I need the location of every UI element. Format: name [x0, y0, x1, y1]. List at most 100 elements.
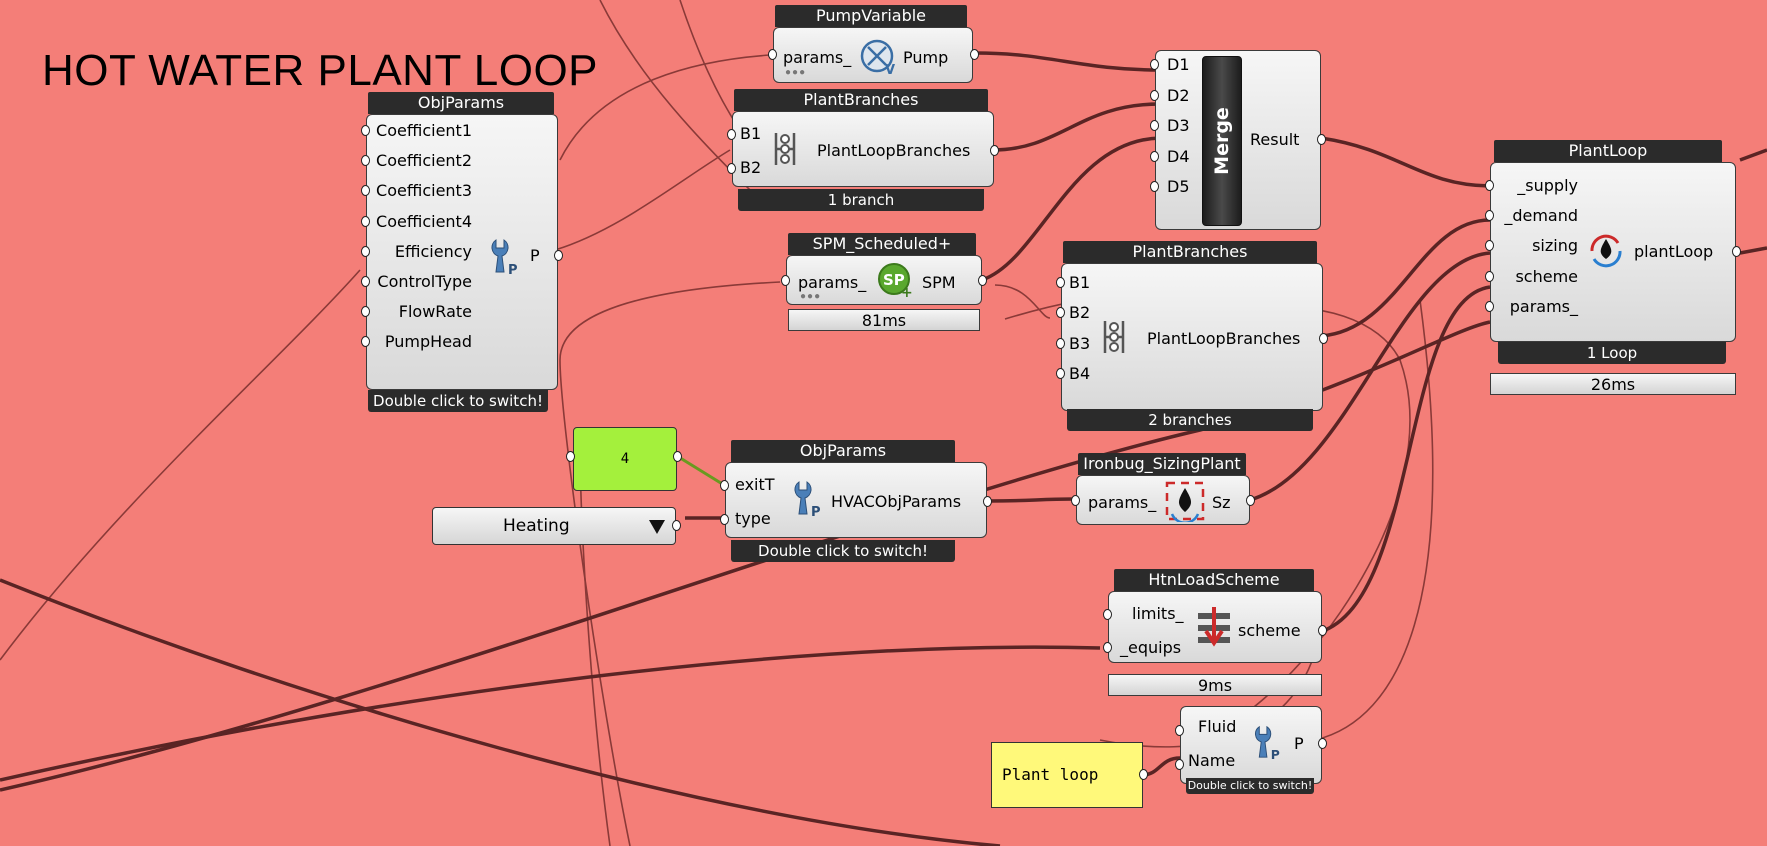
- input-label: params_: [783, 48, 852, 67]
- slider-output-port[interactable]: [673, 451, 682, 462]
- output-port[interactable]: [983, 496, 992, 507]
- svg-text:+: +: [901, 285, 913, 299]
- input-port[interactable]: [1103, 609, 1112, 620]
- wire: [1319, 285, 1491, 634]
- merge-label: Merge: [1211, 107, 1233, 175]
- input-port[interactable]: [1175, 759, 1184, 770]
- input-label: params_: [798, 273, 867, 292]
- input-port[interactable]: [1103, 642, 1112, 653]
- pump-variable-icon: V: [860, 39, 895, 76]
- input-label: type: [735, 509, 771, 528]
- output-port[interactable]: [1732, 246, 1741, 257]
- setpoint-manager-icon: SP +: [878, 263, 913, 299]
- input-label: D4: [1167, 146, 1190, 166]
- output-port[interactable]: [990, 145, 999, 156]
- input-label: limits_: [1132, 604, 1184, 623]
- input-port[interactable]: [781, 275, 790, 286]
- component-footer: Double click to switch!: [731, 540, 955, 562]
- value-list-output-port[interactable]: [672, 520, 681, 531]
- input-label: D5: [1167, 177, 1190, 196]
- svg-text:V: V: [885, 63, 895, 76]
- wire: [975, 51, 1161, 72]
- input-label: B2: [1069, 303, 1091, 323]
- output-port[interactable]: [1318, 625, 1327, 636]
- input-port[interactable]: [1056, 367, 1065, 379]
- component-title: PlantBranches: [1063, 241, 1317, 263]
- more-dots: ●●●: [800, 291, 822, 302]
- input-label: ControlType: [377, 272, 472, 291]
- component-title: ObjParams: [731, 440, 955, 462]
- merge-bar: Merge: [1202, 56, 1242, 226]
- panel-output-port[interactable]: [1139, 769, 1148, 780]
- input-port[interactable]: [1056, 277, 1065, 288]
- input-port[interactable]: [1175, 725, 1184, 736]
- input-port[interactable]: [768, 49, 777, 60]
- input-label: B2: [740, 158, 762, 177]
- number-slider[interactable]: 4: [573, 427, 677, 491]
- branches-icon: [774, 133, 796, 165]
- input-label: _supply: [1517, 176, 1578, 195]
- wire: [679, 0, 741, 131]
- input-port[interactable]: [1150, 89, 1159, 101]
- value-list-selected: Heating: [503, 516, 570, 536]
- component-title: PlantLoop: [1494, 140, 1722, 162]
- input-label: Name: [1188, 751, 1236, 770]
- wrench-params-icon: P: [794, 481, 821, 518]
- component-label: PlantLoopBranches: [817, 141, 971, 160]
- input-port[interactable]: [1150, 181, 1159, 192]
- output-port[interactable]: [1319, 333, 1328, 344]
- dropdown-triangle-icon[interactable]: [647, 518, 667, 536]
- input-port[interactable]: [720, 480, 729, 491]
- plant-loop-icon: [1590, 234, 1622, 268]
- slider-value: 4: [620, 451, 630, 467]
- output-port[interactable]: [978, 275, 987, 286]
- input-label: scheme: [1515, 266, 1578, 286]
- value-list-dropdown[interactable]: Heating: [432, 507, 676, 545]
- wire: [1739, 148, 1767, 162]
- output-port[interactable]: [554, 250, 563, 261]
- input-port[interactable]: [1150, 59, 1159, 70]
- input-label: Coefficient3: [376, 181, 472, 201]
- output-label: Result: [1250, 130, 1300, 149]
- input-port[interactable]: [720, 514, 729, 525]
- component-title: PumpVariable: [775, 5, 967, 27]
- component-footer: 2 branches: [1067, 409, 1313, 431]
- component-title: ObjParams: [368, 92, 554, 114]
- component-footer: 1 branch: [738, 189, 984, 211]
- timing-label: 9ms: [1108, 674, 1322, 696]
- output-port[interactable]: [1318, 738, 1327, 749]
- input-label: B1: [1069, 273, 1091, 292]
- component-title: Ironbug_SizingPlant: [1078, 453, 1246, 475]
- input-label: B1: [740, 124, 762, 143]
- wire: [989, 497, 1075, 503]
- input-port[interactable]: [727, 129, 736, 140]
- input-port[interactable]: [727, 163, 736, 174]
- input-label: params_: [1509, 296, 1578, 316]
- input-port[interactable]: [1056, 337, 1065, 349]
- input-label: B3: [1069, 333, 1091, 353]
- output-port[interactable]: [970, 49, 979, 60]
- wire: [1320, 136, 1491, 188]
- timing-label: 26ms: [1490, 373, 1736, 395]
- text-panel[interactable]: Plant loop: [991, 742, 1143, 808]
- output-label: Sz: [1212, 493, 1231, 512]
- input-label: _demand: [1504, 206, 1578, 226]
- output-label: SPM: [922, 273, 956, 292]
- output-label: Pump: [903, 48, 949, 67]
- input-port[interactable]: [1150, 120, 1159, 131]
- input-port[interactable]: [1150, 150, 1159, 162]
- slider-input-port[interactable]: [566, 451, 575, 462]
- input-port[interactable]: [1071, 495, 1080, 506]
- input-label: D2: [1167, 85, 1190, 105]
- wire: [676, 454, 725, 487]
- group-title: HOT WATER PLANT LOOP: [42, 46, 599, 95]
- grasshopper-canvas[interactable]: HOT WATER PLANT LOOP PumpVariable params…: [0, 0, 1767, 846]
- input-label: _equips: [1120, 638, 1182, 657]
- component-footer: Double click to switch!: [1186, 778, 1314, 794]
- output-port[interactable]: [1317, 134, 1326, 145]
- wrench-params-icon: P: [491, 239, 518, 276]
- input-label: D3: [1167, 116, 1190, 135]
- wire: [0, 578, 1001, 846]
- component-label: HVACObjParams: [831, 492, 962, 511]
- output-port[interactable]: [1246, 495, 1255, 506]
